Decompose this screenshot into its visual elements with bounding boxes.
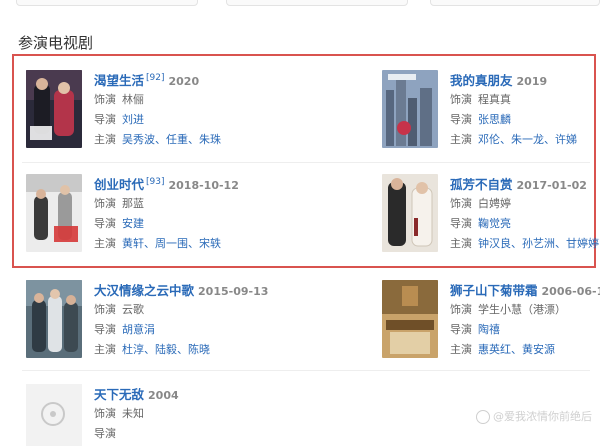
cast-row: 主演 黄轩、周一围、宋轶 bbox=[94, 237, 221, 250]
watermark: @爱我浓情你前绝后 bbox=[476, 408, 592, 424]
director-row: 导演 胡意涓 bbox=[94, 323, 155, 336]
drama-poster[interactable] bbox=[382, 280, 438, 358]
role-name: 未知 bbox=[122, 407, 144, 420]
rating-badge: [92] bbox=[146, 73, 165, 83]
drama-title[interactable]: 狮子山下菊带霜 bbox=[450, 283, 538, 298]
release-date: 2020 bbox=[168, 75, 200, 88]
cast-link[interactable]: 钟汉良 bbox=[478, 237, 511, 250]
row-divider bbox=[22, 370, 590, 371]
cast-link[interactable]: 邓伦 bbox=[478, 133, 500, 146]
director-row: 导演 陶禧 bbox=[450, 323, 500, 336]
top-tab[interactable] bbox=[226, 0, 408, 6]
drama-title[interactable]: 我的真朋友 bbox=[450, 73, 513, 88]
director-link[interactable]: 鞠觉亮 bbox=[478, 217, 511, 230]
role-name: 学生小慧（港漂） bbox=[478, 303, 566, 316]
role-row: 饰演 云歌 bbox=[94, 303, 144, 316]
director-row: 导演 鞠觉亮 bbox=[450, 217, 511, 230]
cast-row: 主演 惠英红、黄安源 bbox=[450, 343, 555, 356]
role-row: 饰演 未知 bbox=[94, 407, 144, 420]
director-link[interactable]: 张思麟 bbox=[478, 113, 511, 126]
watermark-icon bbox=[476, 410, 490, 424]
cast-link[interactable]: 朱一龙 bbox=[511, 133, 544, 146]
film-reel-icon bbox=[41, 402, 65, 426]
drama-title[interactable]: 孤芳不自赏 bbox=[450, 177, 513, 192]
cast-link[interactable]: 许娣 bbox=[555, 133, 577, 146]
poster-placeholder[interactable] bbox=[26, 384, 82, 446]
role-name: 云歌 bbox=[122, 303, 144, 316]
rating-badge: [93] bbox=[146, 177, 165, 187]
cast-link[interactable]: 吴秀波 bbox=[122, 133, 155, 146]
row-divider bbox=[22, 162, 590, 163]
section-title: 参演电视剧 bbox=[18, 34, 94, 52]
cast-link[interactable]: 周一围 bbox=[155, 237, 188, 250]
release-date: 2017-01-02 bbox=[516, 179, 587, 192]
cast-link[interactable]: 宋轶 bbox=[199, 237, 221, 250]
drama-poster[interactable] bbox=[26, 280, 82, 358]
drama-title[interactable]: 渴望生活 bbox=[94, 73, 144, 88]
role-row: 饰演 学生小慧（港漂） bbox=[450, 303, 566, 316]
cast-row: 主演 钟汉良、孙艺洲、甘婷婷 bbox=[450, 237, 599, 250]
top-tab[interactable] bbox=[430, 0, 600, 6]
drama-title[interactable]: 创业时代 bbox=[94, 177, 144, 192]
drama-poster[interactable] bbox=[382, 70, 438, 148]
drama-poster[interactable] bbox=[26, 174, 82, 252]
release-date: 2018-10-12 bbox=[168, 179, 239, 192]
release-date: 2019 bbox=[516, 75, 548, 88]
cast-link[interactable]: 朱珠 bbox=[199, 133, 221, 146]
release-date: 2006-06-15 bbox=[541, 285, 600, 298]
cast-link[interactable]: 黄轩 bbox=[122, 237, 144, 250]
drama-title[interactable]: 大汉情缘之云中歌 bbox=[94, 283, 194, 298]
cast-row: 主演 吴秀波、任重、朱珠 bbox=[94, 133, 221, 146]
role-row: 饰演 林俪 bbox=[94, 93, 144, 106]
director-link[interactable]: 刘进 bbox=[122, 113, 144, 126]
drama-poster[interactable] bbox=[26, 70, 82, 148]
role-name: 白娉婷 bbox=[478, 197, 511, 210]
director-link[interactable]: 陶禧 bbox=[478, 323, 500, 336]
cast-link[interactable]: 孙艺洲 bbox=[522, 237, 555, 250]
release-date: 2015-09-13 bbox=[198, 285, 269, 298]
director-link[interactable]: 胡意涓 bbox=[122, 323, 155, 336]
director-row: 导演 bbox=[94, 427, 116, 440]
cast-link[interactable]: 陆毅 bbox=[155, 343, 177, 356]
role-row: 饰演 程真真 bbox=[450, 93, 511, 106]
cast-link[interactable]: 甘婷婷 bbox=[566, 237, 599, 250]
cast-link[interactable]: 陈晓 bbox=[188, 343, 210, 356]
top-tab[interactable] bbox=[16, 0, 198, 6]
drama-title[interactable]: 天下无敌 bbox=[94, 387, 144, 402]
role-name: 那蓝 bbox=[122, 197, 144, 210]
director-row: 导演 安建 bbox=[94, 217, 144, 230]
release-date: 2004 bbox=[148, 389, 179, 402]
director-row: 导演 张思麟 bbox=[450, 113, 511, 126]
top-tabs-strip bbox=[0, 0, 600, 8]
role-row: 饰演 白娉婷 bbox=[450, 197, 511, 210]
cast-link[interactable]: 惠英红 bbox=[478, 343, 511, 356]
drama-poster[interactable] bbox=[382, 174, 438, 252]
role-row: 饰演 那蓝 bbox=[94, 197, 144, 210]
role-name: 林俪 bbox=[122, 93, 144, 106]
role-name: 程真真 bbox=[478, 93, 511, 106]
cast-row: 主演 杜淳、陆毅、陈晓 bbox=[94, 343, 210, 356]
cast-link[interactable]: 黄安源 bbox=[522, 343, 555, 356]
director-row: 导演 刘进 bbox=[94, 113, 144, 126]
cast-link[interactable]: 杜淳 bbox=[122, 343, 144, 356]
cast-row: 主演 邓伦、朱一龙、许娣 bbox=[450, 133, 577, 146]
cast-link[interactable]: 任重 bbox=[166, 133, 188, 146]
director-link[interactable]: 安建 bbox=[122, 217, 144, 230]
